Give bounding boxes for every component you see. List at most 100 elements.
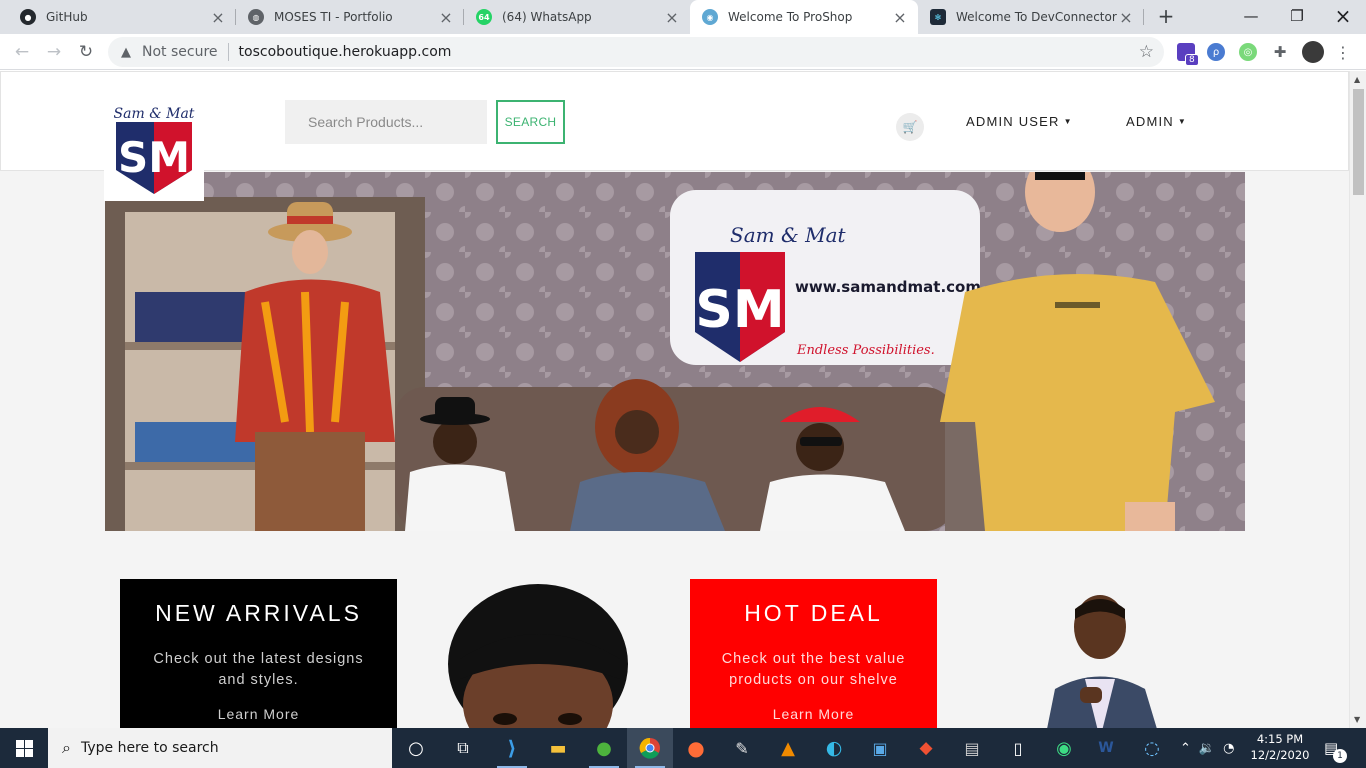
tab-devconnector[interactable]: ✻ Welcome To DevConnector × [918,0,1144,34]
tab-title: Welcome To DevConnector [956,10,1117,24]
start-button[interactable] [0,728,48,768]
promo-image-man [1020,579,1180,728]
new-tab-button[interactable]: + [1154,4,1178,28]
extension-badge: 8 [1185,54,1199,66]
windows-taskbar: ⌕ Type here to search ○ ⧉ ⟩ ▬ ● ● ✎ ▲ ◐ … [0,728,1366,768]
page-viewport: SEARCH 🛒 ADMIN USER ▼ ADMIN ▼ Sam & Mat … [0,71,1366,728]
tab-github[interactable]: ● GitHub × [8,0,236,34]
file-explorer-icon[interactable]: ▬ [535,728,581,768]
postman-icon[interactable]: ● [673,728,719,768]
proshop-icon: ◉ [702,9,718,25]
search-input[interactable] [308,114,478,130]
site-logo[interactable]: Sam & Mat SM [104,100,204,201]
logo-monogram: SM [118,133,190,182]
browser-toolbar: ← → ↻ ▲ Not secure toscoboutique.herokua… [0,34,1366,70]
restore-button[interactable]: ❐ [1274,0,1320,32]
photos-icon[interactable]: ▣ [857,728,903,768]
search-box[interactable] [285,100,487,144]
back-button[interactable]: ← [10,40,34,64]
edge-icon[interactable]: ◐ [811,728,857,768]
cart-icon[interactable]: 🛒 [896,113,924,141]
tab-whatsapp[interactable]: 64 (64) WhatsApp × [464,0,690,34]
notification-badge: 1 [1333,749,1347,763]
user-menu-label: ADMIN USER [966,114,1060,129]
promo-heading: NEW ARRIVALS [155,600,362,626]
vscode-icon[interactable]: ⟩ [489,728,535,768]
promo-text: Check out the latest designs and styles. [153,651,364,688]
taskbar-search[interactable]: ⌕ Type here to search [48,728,392,768]
word-icon[interactable]: W [1083,728,1129,768]
windows-logo-icon [15,739,33,757]
git-icon[interactable]: ◆ [903,728,949,768]
extension-icon-3[interactable]: ◎ [1239,43,1257,61]
ssh-icon[interactable]: ▤ [949,728,995,768]
minimize-button[interactable]: — [1228,0,1274,32]
puzzle-icon[interactable]: ✚ [1271,43,1289,61]
sign-tagline: Endless Possibilities. [796,343,935,358]
sign-monogram: SM [695,280,784,340]
admin-menu-label: ADMIN [1126,114,1174,129]
avatar[interactable] [1302,41,1324,63]
tips-icon[interactable]: ◌ [1129,728,1175,768]
url-text[interactable]: toscoboutique.herokuapp.com [239,44,452,60]
scrollbar-thumb[interactable] [1353,89,1364,195]
close-icon[interactable]: × [664,8,680,27]
wifi-icon[interactable]: ◔ [1223,741,1234,756]
chevron-up-icon[interactable]: ⌃ [1180,741,1191,756]
search-button[interactable]: SEARCH [496,100,565,144]
document-icon[interactable]: ▯ [995,728,1041,768]
task-view-icon[interactable]: ⧉ [440,728,486,768]
vlc-icon[interactable]: ▲ [765,728,811,768]
promo-heading: HOT DEAL [744,600,883,626]
learn-more-link[interactable]: Learn More [773,706,855,722]
browser-tab-strip: ● GitHub × ◍ MOSES TI - Portfolio × 64 (… [0,0,1366,34]
tab-title: MOSES TI - Portfolio [274,10,393,24]
extension-icon-2[interactable]: ρ [1207,43,1225,61]
address-bar[interactable]: ▲ Not secure toscoboutique.herokuapp.com… [108,37,1164,67]
hero-image: Sam & Mat SM www.samandmat.com Endless P… [105,172,1245,531]
clock-date: 12/2/2020 [1250,748,1310,762]
warning-icon[interactable]: ▲ [118,44,134,60]
reload-button[interactable]: ↻ [74,40,98,64]
security-label[interactable]: Not secure [142,44,218,60]
clock[interactable]: 4:15 PM 12/2/2020 [1248,731,1312,763]
promo-hot-deal: HOT DEAL Check out the best value produc… [690,579,937,728]
user-menu[interactable]: ADMIN USER ▼ [966,114,1073,129]
close-icon[interactable]: × [892,8,908,27]
github-icon: ● [20,9,36,25]
hero-banner: Sam & Mat SM www.samandmat.com Endless P… [105,172,1245,531]
cortana-icon[interactable]: ○ [393,728,439,768]
search-icon: ⌕ [62,738,71,757]
page-scrollbar[interactable]: ▲ ▼ [1349,71,1366,728]
tab-title: GitHub [46,10,88,24]
scroll-down-icon[interactable]: ▼ [1354,715,1360,724]
close-icon[interactable]: × [438,8,454,27]
menu-icon[interactable]: ⋮ [1334,43,1352,62]
tab-portfolio[interactable]: ◍ MOSES TI - Portfolio × [236,0,464,34]
promo-image-boy [420,579,650,728]
boy-photo [420,579,650,728]
android-studio-icon[interactable]: ◉ [1041,728,1087,768]
bookmark-star-icon[interactable]: ☆ [1139,42,1154,62]
chrome-logo-icon [639,737,660,759]
forward-button[interactable]: → [42,40,66,64]
volume-icon[interactable]: 🔉 [1199,741,1215,756]
system-tray: ⌃ 🔉 ◔ [1180,728,1234,768]
learn-more-link[interactable]: Learn More [218,706,300,722]
mongodb-icon[interactable]: ● [581,728,627,768]
promo-text: Check out the best value products on our… [721,651,906,688]
close-icon[interactable]: × [210,8,226,27]
close-window-button[interactable]: × [1320,0,1366,32]
man-photo [1020,579,1180,728]
caret-down-icon: ▼ [1177,117,1188,126]
paint-icon[interactable]: ✎ [719,728,765,768]
clock-time: 4:15 PM [1256,732,1304,746]
caret-down-icon: ▼ [1063,117,1073,126]
chrome-icon[interactable] [627,728,673,768]
tab-title: (64) WhatsApp [502,10,592,24]
close-icon[interactable]: × [1118,8,1134,27]
scroll-up-icon[interactable]: ▲ [1354,75,1360,84]
tab-proshop[interactable]: ◉ Welcome To ProShop × [690,0,918,34]
admin-menu[interactable]: ADMIN ▼ [1126,114,1187,129]
sign-script: Sam & Mat [730,223,847,247]
